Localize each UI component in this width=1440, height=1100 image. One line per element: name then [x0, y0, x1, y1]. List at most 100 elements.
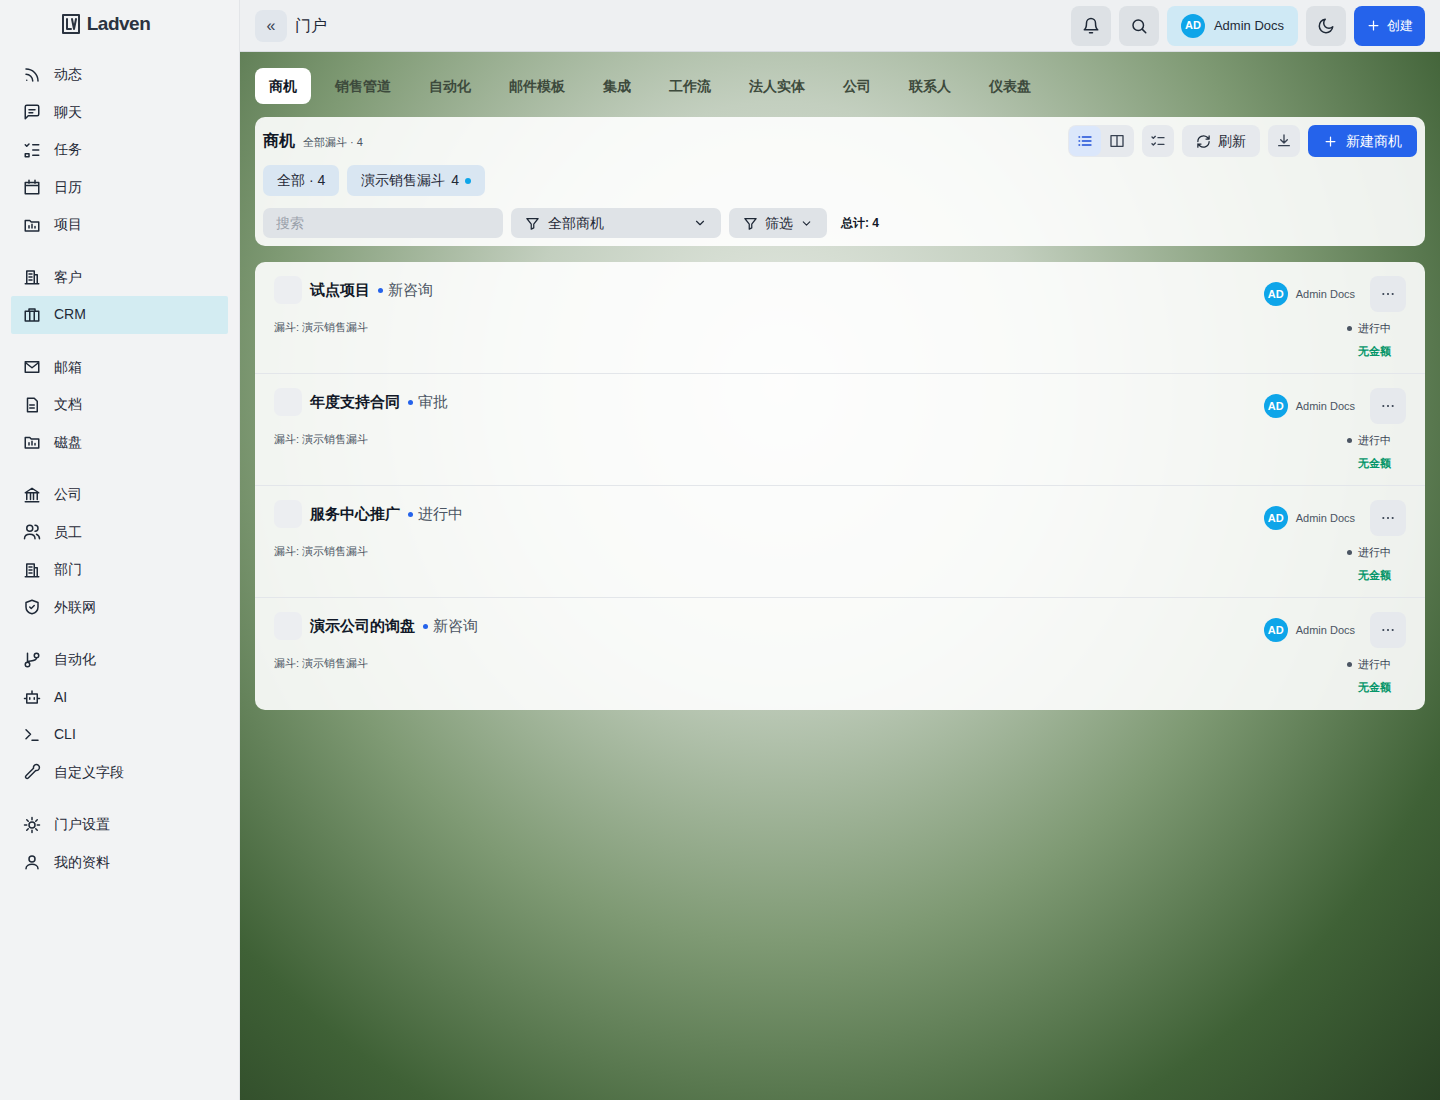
refresh-button[interactable]: 刷新 — [1182, 125, 1260, 157]
sidebar-item[interactable]: 日历 — [11, 169, 228, 207]
tab[interactable]: 工作流 — [655, 68, 725, 104]
deal-status-line: 进行中 — [1347, 656, 1391, 673]
sidebar-item[interactable]: 项目 — [11, 206, 228, 244]
user-name: Admin Docs — [1214, 16, 1284, 36]
sidebar-item[interactable]: 门户设置 — [11, 806, 228, 844]
more-button[interactable] — [1370, 500, 1406, 536]
filter-icon — [743, 216, 758, 231]
deal-meta: ADAdmin Docs进行中无金额 — [1264, 276, 1406, 363]
stage-dot — [378, 288, 383, 293]
sidebar-item[interactable]: CLI — [11, 716, 228, 754]
sidebar-item[interactable]: 员工 — [11, 514, 228, 552]
deal-pipeline: 漏斗: 演示销售漏斗 — [274, 543, 1264, 560]
sidebar-item[interactable]: AI — [11, 679, 228, 717]
sidebar-item[interactable]: 部门 — [11, 551, 228, 589]
search-icon — [1130, 17, 1148, 35]
deal-owner-line: ADAdmin Docs — [1264, 612, 1406, 648]
sidebar-item[interactable]: 任务 — [11, 131, 228, 169]
pipeline-pill[interactable]: 演示销售漏斗4 — [347, 165, 485, 196]
deal-checkbox[interactable] — [274, 612, 302, 640]
pipeline-pill[interactable]: 全部 · 4 — [263, 165, 339, 196]
company-icon — [23, 486, 41, 504]
search-input[interactable] — [263, 208, 503, 238]
tab[interactable]: 邮件模板 — [495, 68, 579, 104]
more-button[interactable] — [1370, 612, 1406, 648]
tab-label: 自动化 — [429, 76, 471, 97]
tab[interactable]: 自动化 — [415, 68, 485, 104]
scope-select[interactable]: 全部商机 — [511, 208, 721, 238]
sidebar-item[interactable]: 我的资料 — [11, 844, 228, 882]
employees-icon — [23, 523, 41, 541]
panel-header: 商机全部漏斗 · 4刷新新建商机 — [263, 125, 1417, 157]
content: 商机销售管道自动化邮件模板集成工作流法人实体公司联系人仪表盘商机全部漏斗 · 4… — [240, 52, 1440, 710]
tab[interactable]: 仪表盘 — [975, 68, 1045, 104]
deal-row[interactable]: 试点项目新咨询漏斗: 演示销售漏斗ADAdmin Docs进行中无金额 — [255, 262, 1425, 374]
deals-list: 试点项目新咨询漏斗: 演示销售漏斗ADAdmin Docs进行中无金额年度支持合… — [255, 262, 1425, 710]
deal-pipeline: 漏斗: 演示销售漏斗 — [274, 655, 1264, 672]
brand-logo[interactable]: Ladven — [11, 0, 228, 48]
deal-status-line: 进行中 — [1347, 544, 1391, 561]
view-button[interactable] — [1069, 126, 1101, 156]
bulk-select-button[interactable] — [1142, 125, 1174, 157]
create-button[interactable]: 创建 — [1354, 6, 1425, 46]
deal-row[interactable]: 年度支持合同审批漏斗: 演示销售漏斗ADAdmin Docs进行中无金额 — [255, 374, 1425, 486]
filter-button[interactable]: 筛选 — [729, 208, 827, 238]
sidebar-item[interactable]: 文档 — [11, 386, 228, 424]
sidebar-item-label: 外联网 — [54, 597, 96, 618]
search-button[interactable] — [1119, 6, 1159, 46]
brand-name: Ladven — [87, 10, 151, 39]
deal-status: 进行中 — [1358, 544, 1391, 561]
tab[interactable]: 销售管道 — [321, 68, 405, 104]
sidebar-group: 公司员工部门外联网 — [11, 476, 228, 626]
sidebar-item[interactable]: 动态 — [11, 56, 228, 94]
user-icon — [23, 853, 41, 871]
deal-title[interactable]: 服务中心推广 — [310, 503, 400, 526]
collapse-button[interactable]: « — [255, 10, 287, 42]
export-button[interactable] — [1268, 125, 1300, 157]
deal-checkbox[interactable] — [274, 500, 302, 528]
tab[interactable]: 集成 — [589, 68, 645, 104]
owner-name: Admin Docs — [1296, 398, 1355, 415]
sidebar-item[interactable]: 磁盘 — [11, 424, 228, 462]
tab[interactable]: 公司 — [829, 68, 885, 104]
deal-checkbox[interactable] — [274, 388, 302, 416]
deal-title-line: 试点项目新咨询 — [274, 276, 1264, 304]
deal-row[interactable]: 演示公司的询盘新咨询漏斗: 演示销售漏斗ADAdmin Docs进行中无金额 — [255, 598, 1425, 710]
view-button[interactable] — [1101, 126, 1133, 156]
deal-title[interactable]: 演示公司的询盘 — [310, 615, 415, 638]
owner-initials: AD — [1268, 398, 1284, 415]
deal-status-line: 进行中 — [1347, 320, 1391, 337]
sidebar-item[interactable]: 外联网 — [11, 589, 228, 627]
deal-checkbox[interactable] — [274, 276, 302, 304]
more-button[interactable] — [1370, 388, 1406, 424]
sidebar-item-label: 我的资料 — [54, 852, 110, 873]
sidebar-item-label: 自定义字段 — [54, 762, 124, 783]
tab[interactable]: 商机 — [255, 68, 311, 104]
deal-status: 进行中 — [1358, 656, 1391, 673]
more-button[interactable] — [1370, 276, 1406, 312]
deal-owner-line: ADAdmin Docs — [1264, 276, 1406, 312]
owner-name: Admin Docs — [1296, 510, 1355, 527]
sidebar-item[interactable]: 自动化 — [11, 641, 228, 679]
view-toggle — [1068, 125, 1134, 157]
plus-icon — [1323, 134, 1338, 149]
sidebar-item[interactable]: 自定义字段 — [11, 754, 228, 792]
tab[interactable]: 联系人 — [895, 68, 965, 104]
sidebar-item[interactable]: 客户 — [11, 259, 228, 297]
sidebar-item[interactable]: 邮箱 — [11, 349, 228, 387]
sidebar-item[interactable]: 聊天 — [11, 94, 228, 132]
sidebar-item[interactable]: CRM — [11, 296, 228, 334]
deal-row[interactable]: 服务中心推广进行中漏斗: 演示销售漏斗ADAdmin Docs进行中无金额 — [255, 486, 1425, 598]
theme-button[interactable] — [1306, 6, 1346, 46]
tab[interactable]: 法人实体 — [735, 68, 819, 104]
deal-title[interactable]: 年度支持合同 — [310, 391, 400, 414]
notifications-button[interactable] — [1071, 6, 1111, 46]
tab-bar: 商机销售管道 自动化 邮件模板集成工作流法人实体公司联系人仪表盘 — [255, 68, 1425, 104]
status-dot — [1347, 438, 1352, 443]
new-deal-button[interactable]: 新建商机 — [1308, 125, 1417, 157]
user-chip[interactable]: ADAdmin Docs — [1167, 6, 1298, 46]
deal-title[interactable]: 试点项目 — [310, 279, 370, 302]
building-icon — [23, 268, 41, 286]
deal-stage: 新咨询 — [433, 615, 478, 638]
sidebar-item[interactable]: 公司 — [11, 476, 228, 514]
